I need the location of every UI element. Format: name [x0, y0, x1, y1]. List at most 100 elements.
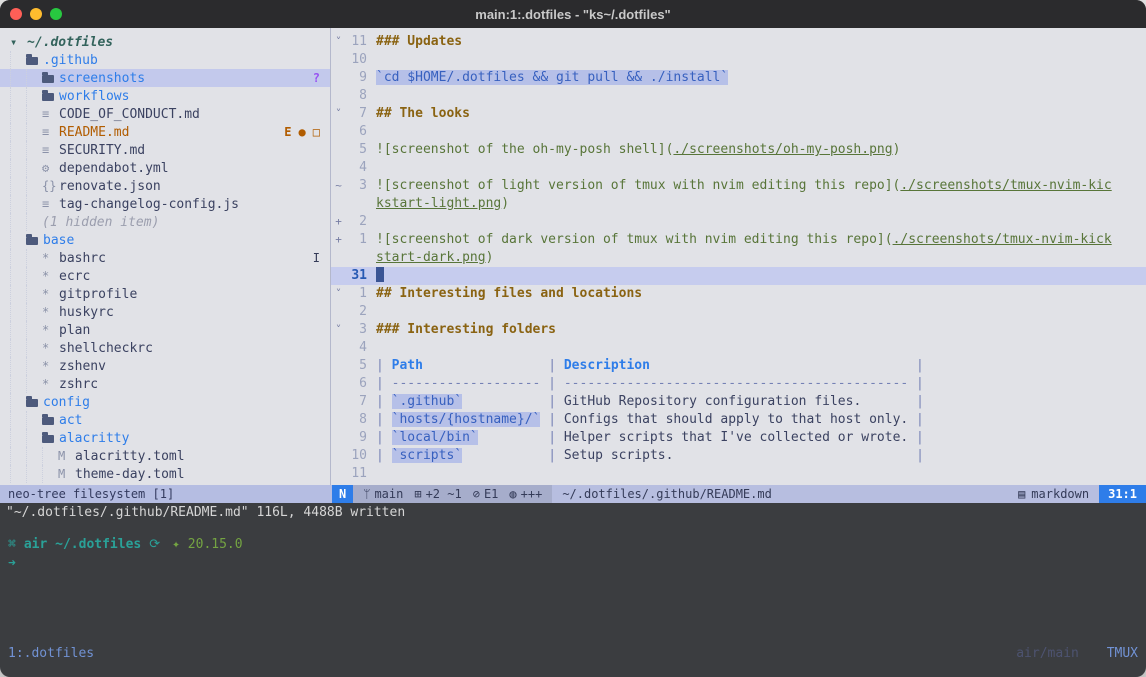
editor-line[interactable]: 9`cd $HOME/.dotfiles && git pull && ./in… — [331, 69, 1146, 87]
line-number: 3 — [346, 321, 376, 339]
fold-marker[interactable]: ~ — [331, 177, 346, 195]
fold-marker[interactable]: ˅ — [331, 33, 346, 51]
line-text — [376, 123, 1146, 141]
zoom-button[interactable] — [50, 8, 62, 20]
text-segment: ### Interesting folders — [376, 322, 556, 337]
markdown-url: ./screenshots/oh-my-posh.png — [673, 142, 892, 157]
editor-line[interactable]: 6 — [331, 123, 1146, 141]
tree-item-label: zshenv — [59, 359, 106, 374]
node-version-segment: ✦ 20.15.0 — [172, 535, 242, 554]
tree-item-renovate-json[interactable]: {}renovate.json — [0, 177, 330, 195]
plugin-updates: ◍+++ — [509, 487, 542, 501]
editor-line[interactable]: ˅1## Interesting files and locations — [331, 285, 1146, 303]
status-badge: E — [284, 125, 291, 139]
fold-marker — [331, 87, 346, 105]
fold-marker[interactable]: ˅ — [331, 321, 346, 339]
tree-item-dependabot-yml[interactable]: ⚙dependabot.yml — [0, 159, 330, 177]
fold-marker[interactable]: + — [331, 213, 346, 231]
editor-line[interactable]: 10 — [331, 51, 1146, 69]
tree-item-gitprofile[interactable]: *gitprofile — [0, 285, 330, 303]
text-segment: | — [423, 358, 564, 373]
editor-line[interactable]: 5| Path | Description | — [331, 357, 1146, 375]
fold-marker — [331, 393, 346, 411]
editor-line[interactable]: 7| `.github` | GitHub Repository configu… — [331, 393, 1146, 411]
editor-line[interactable]: ˅11### Updates — [331, 33, 1146, 51]
inline-code: `cd $HOME/.dotfiles && git pull && ./ins… — [376, 70, 728, 85]
line-text — [376, 267, 1146, 285]
editor-line[interactable]: 2 — [331, 303, 1146, 321]
editor-line[interactable]: 4 — [331, 159, 1146, 177]
line-text: `cd $HOME/.dotfiles && git pull && ./ins… — [376, 69, 1146, 87]
editor-line[interactable]: +2 — [331, 213, 1146, 231]
editor-line[interactable]: 10| `scripts` | Setup scripts. | — [331, 447, 1146, 465]
text-segment: | — [908, 412, 924, 427]
tree-item-base[interactable]: base — [0, 231, 330, 249]
editor-line[interactable]: 8| `hosts/{hostname}/` | Configs that sh… — [331, 411, 1146, 429]
tree-item-label: .github — [43, 53, 98, 68]
cursor — [376, 267, 384, 282]
editor-line[interactable]: start-dark.png) — [331, 249, 1146, 267]
line-number: 10 — [346, 51, 376, 69]
fold-marker[interactable]: ˅ — [331, 285, 346, 303]
tree-item-bashrc[interactable]: *bashrcI — [0, 249, 330, 267]
tmux-host-session: air/main — [1016, 646, 1079, 661]
tree-item-code-of-conduct-md[interactable]: ≡CODE_OF_CONDUCT.md — [0, 105, 330, 123]
markdown-url: ./screenshots/tmux-nvim-kick — [893, 232, 1112, 247]
fold-marker[interactable]: + — [331, 231, 346, 249]
tree-item-alacritty[interactable]: alacritty — [0, 429, 330, 447]
fold-marker[interactable]: ˅ — [331, 105, 346, 123]
shell-prompt-input[interactable]: ➜ — [8, 554, 1146, 573]
tree-item-shellcheckrc[interactable]: *shellcheckrc — [0, 339, 330, 357]
tree-item-readme-md[interactable]: ≡README.mdE●□ — [0, 123, 330, 141]
tree-item-zshenv[interactable]: *zshenv — [0, 357, 330, 375]
tree-item-dotfiles[interactable]: ▾~/.dotfiles — [0, 33, 330, 51]
editor-line[interactable]: ˅3### Interesting folders — [331, 321, 1146, 339]
fold-marker — [331, 267, 346, 285]
prompt-arrow: ➜ — [8, 554, 16, 573]
tree-item-act[interactable]: act — [0, 411, 330, 429]
line-text — [376, 339, 1146, 357]
line-number: 5 — [346, 141, 376, 159]
editor-line[interactable]: ~3![screenshot of light version of tmux … — [331, 177, 1146, 195]
tmux-label: TMUX — [1107, 646, 1138, 661]
tmux-window-name[interactable]: 1:.dotfiles — [8, 644, 94, 664]
tree-item-security-md[interactable]: ≡SECURITY.md — [0, 141, 330, 159]
status-badge: ● — [299, 125, 306, 139]
editor-line[interactable]: ˅7## The looks — [331, 105, 1146, 123]
line-text: ![screenshot of dark version of tmux wit… — [376, 231, 1146, 249]
close-button[interactable] — [10, 8, 22, 20]
tree-item-theme-day-toml[interactable]: Mtheme-day.toml — [0, 465, 330, 483]
tree-item-label: (1 hidden item) — [42, 215, 159, 230]
tree-item-ecrc[interactable]: *ecrc — [0, 267, 330, 285]
tree-item-tag-changelog-config-js[interactable]: ≡tag-changelog-config.js — [0, 195, 330, 213]
tree-item-1-hidden-item[interactable]: (1 hidden item) — [0, 213, 330, 231]
tree-item-alacritty-toml[interactable]: Malacritty.toml — [0, 447, 330, 465]
line-text — [376, 465, 1146, 483]
tree-item-config[interactable]: config — [0, 393, 330, 411]
editor-line[interactable]: 11 — [331, 465, 1146, 483]
toml-file-icon: M — [58, 449, 75, 463]
status-badge: □ — [313, 125, 320, 139]
editor-line[interactable]: +1![screenshot of dark version of tmux w… — [331, 231, 1146, 249]
minimize-button[interactable] — [30, 8, 42, 20]
tree-item-huskyrc[interactable]: *huskyrc — [0, 303, 330, 321]
nvim-area: ▾~/.dotfiles .githubscreenshots?workflows… — [0, 28, 1146, 485]
editor-line[interactable]: 31 — [331, 267, 1146, 285]
tree-item-plan[interactable]: *plan — [0, 321, 330, 339]
tree-item-zshrc[interactable]: *zshrc — [0, 375, 330, 393]
sync-icon: ⟳ — [149, 535, 160, 554]
editor-line[interactable]: 9| `local/bin` | Helper scripts that I'v… — [331, 429, 1146, 447]
tree-item-screenshots[interactable]: screenshots? — [0, 69, 330, 87]
editor-line[interactable]: 8 — [331, 87, 1146, 105]
editor-line[interactable]: kstart-light.png) — [331, 195, 1146, 213]
editor-line[interactable]: 6| ------------------- | ---------------… — [331, 375, 1146, 393]
editor-line[interactable]: 4 — [331, 339, 1146, 357]
text-segment: | — [908, 430, 924, 445]
text-segment: | — [650, 358, 924, 373]
text-segment: Configs that should apply to that host o… — [564, 412, 908, 427]
tree-item-label: gitprofile — [59, 287, 137, 302]
tree-item-github[interactable]: .github — [0, 51, 330, 69]
tree-item-workflows[interactable]: workflows — [0, 87, 330, 105]
editor-line[interactable]: 5![screenshot of the oh-my-posh shell](.… — [331, 141, 1146, 159]
fold-marker — [331, 141, 346, 159]
